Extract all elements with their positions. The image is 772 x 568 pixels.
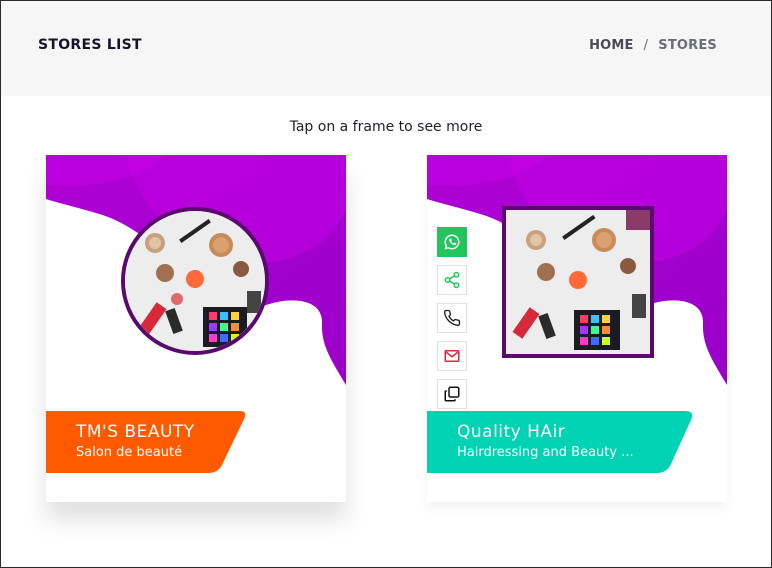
store-name: TM'S BEAUTY <box>76 422 195 442</box>
whatsapp-button[interactable] <box>437 227 467 257</box>
name-band-shape <box>427 411 693 473</box>
breadcrumb-current: STORES <box>658 38 717 53</box>
store-card-quality-hair[interactable]: Quality HAir Hairdressing and Beauty ... <box>427 155 727 502</box>
name-band-shape <box>46 411 246 473</box>
page-header: STORES LIST HOME / STORES <box>1 1 771 96</box>
store-name-band: TM'S BEAUTY Salon de beauté <box>46 411 246 473</box>
page-title: STORES LIST <box>38 37 142 53</box>
share-icon <box>444 271 460 289</box>
email-button[interactable] <box>437 341 467 371</box>
copy-button[interactable] <box>437 379 467 409</box>
store-card-tms-beauty[interactable]: TM'S BEAUTY Salon de beauté <box>46 155 346 502</box>
store-subtitle: Salon de beauté <box>76 445 183 460</box>
share-button[interactable] <box>437 265 467 295</box>
mail-icon <box>444 350 460 362</box>
store-logo-image <box>121 207 269 355</box>
breadcrumb: HOME / STORES <box>589 38 717 53</box>
store-logo-image <box>502 206 654 358</box>
phone-icon <box>443 309 461 327</box>
call-button[interactable] <box>437 303 467 333</box>
copy-icon <box>444 386 460 402</box>
breadcrumb-separator: / <box>643 38 649 53</box>
makeup-flatlay-image <box>506 210 650 354</box>
whatsapp-icon <box>444 234 460 250</box>
store-name-band: Quality HAir Hairdressing and Beauty ... <box>427 411 697 473</box>
instruction-text: Tap on a frame to see more <box>289 119 483 135</box>
makeup-flatlay-image <box>125 211 265 351</box>
breadcrumb-home-link[interactable]: HOME <box>589 38 634 53</box>
store-subtitle: Hairdressing and Beauty ... <box>457 445 634 460</box>
store-name: Quality HAir <box>457 422 566 442</box>
contact-actions <box>437 227 467 417</box>
